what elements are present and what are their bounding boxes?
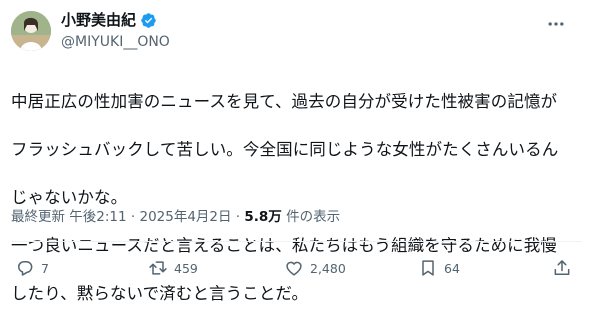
author-display-name[interactable]: 小野美由紀 (61, 10, 136, 30)
bookmark-icon (418, 258, 438, 278)
share-button[interactable] (552, 258, 572, 278)
more-icon[interactable] (546, 14, 566, 34)
action-bar: 7 459 2,480 64 (0, 258, 593, 282)
avatar-photo (11, 11, 51, 51)
tweet-timestamp[interactable]: 最終更新 午後2:11 · 2025年4月2日 · (11, 209, 244, 225)
reply-button[interactable]: 7 (15, 258, 49, 278)
tweet-text-line: 中居正広の性加害のニュースを見て、過去の自分が受けた性被害の記憶が (11, 92, 558, 111)
like-icon (284, 258, 304, 278)
like-button[interactable]: 2,480 (284, 258, 346, 278)
tweet-text-line: フラッシュバックして苦しい。今全国に同じような女性がたくさんいるん (11, 140, 559, 159)
view-count-label: 件の表示 (281, 209, 341, 225)
bookmark-button[interactable]: 64 (418, 258, 460, 278)
view-count: 5.8万 (244, 209, 282, 225)
reply-icon (15, 258, 35, 278)
retweet-count: 459 (174, 260, 198, 276)
tweet-text: 中居正広の性加害のニュースを見て、過去の自分が受けた性被害の記憶が フラッシュバ… (11, 66, 586, 330)
verified-badge-icon (140, 12, 157, 29)
tweet-meta: 最終更新 午後2:11 · 2025年4月2日 · 5.8万 件の表示 (11, 207, 340, 227)
like-count: 2,480 (310, 260, 346, 276)
retweet-button[interactable]: 459 (148, 258, 198, 278)
author-handle[interactable]: @MIYUKI__ONO (61, 33, 170, 51)
reply-count: 7 (41, 260, 49, 276)
retweet-icon (148, 258, 168, 278)
tweet-text-line: 一つ良いニュースだと言えることは、私たちはもう組織を守るために我慢 (11, 236, 557, 255)
author-name-row: 小野美由紀 (61, 10, 157, 30)
divider (11, 241, 582, 242)
avatar[interactable] (11, 11, 51, 51)
share-icon (552, 258, 572, 278)
tweet-text-line: したり、黙らないで済むと言うことだ。 (11, 284, 309, 303)
bookmark-count: 64 (444, 260, 460, 276)
tweet-card: 小野美由紀 @MIYUKI__ONO 中居正広の性加害のニュースを見て、過去の自… (0, 0, 593, 303)
